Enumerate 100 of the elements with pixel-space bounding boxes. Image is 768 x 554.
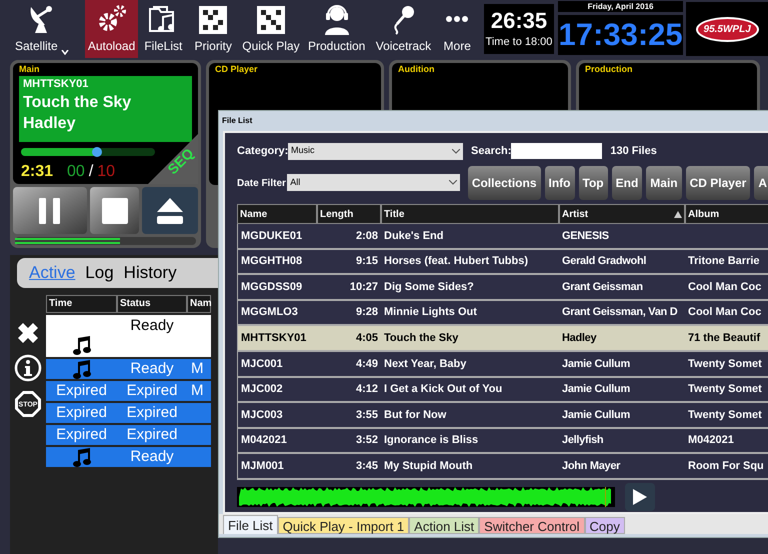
table-cell-text: MGGMLO3 <box>240 305 299 320</box>
toolbar-button[interactable]: Collections <box>468 166 540 200</box>
chevron-down-icon <box>448 180 457 185</box>
bottom-tab[interactable]: File List <box>223 515 278 534</box>
toolbar-button[interactable]: Top <box>578 166 608 200</box>
dotted-grid-icon <box>198 5 228 35</box>
table-cell-text: Expired <box>126 380 178 401</box>
column-header[interactable]: Album <box>685 204 768 224</box>
player-name: CD Player <box>215 64 259 75</box>
file-row[interactable]: MJC002 4:12 I Get a Kick Out of You Jamie Cullum Twenty Somet <box>237 378 768 404</box>
toolbar-button[interactable]: FileList <box>140 0 186 58</box>
category-dropdown[interactable]: Music <box>288 142 463 160</box>
clock-time: 17:33:25 <box>558 15 684 55</box>
column-header[interactable]: Artist <box>559 204 685 224</box>
table-cell-text: MGGHTH08 <box>240 254 304 270</box>
file-row[interactable]: MGGHTH08 9:15 Horses (feat. Hubert Tubbs) Gerald Gradwohl Tritone Barrie <box>237 250 768 276</box>
table-cell-text: Expired <box>126 402 178 423</box>
table-cell-text: Jamie Cullum <box>561 356 631 372</box>
bottom-tab[interactable]: Quick Play - Import 1 <box>278 517 410 534</box>
toolbar-button[interactable]: Satellite <box>1 0 83 58</box>
table-cell-text: MJC001 <box>240 356 284 372</box>
stop-icon <box>102 198 128 224</box>
progress-thumb[interactable] <box>92 147 102 157</box>
queue-row[interactable]: Ready <box>46 447 211 467</box>
table-cell-text: M042021 <box>687 433 734 448</box>
toolbar-button[interactable]: A <box>754 166 768 200</box>
toolbar-button[interactable]: Priority <box>188 0 238 58</box>
toolbar-button[interactable]: Main <box>646 166 682 200</box>
file-row[interactable]: MGGMLO3 9:28 Minnie Lights Out Grant Geissman, Van D Cool Man Coc <box>237 300 768 326</box>
file-row[interactable]: MGGDSS09 10:27 Dig Some Sides? Grant Geissman Cool Man Coc <box>237 275 768 301</box>
toolbar-button[interactable]: Info <box>544 166 574 200</box>
column-header[interactable]: Title <box>381 204 559 224</box>
player-name: Audition <box>398 64 436 75</box>
sort-ascending-icon <box>674 210 682 218</box>
music-note-icon <box>72 447 90 467</box>
file-row[interactable]: MJC003 3:55 But for Now Jamie Cullum Twenty Somet <box>237 403 768 429</box>
table-cell-text: Twenty Somet <box>687 382 762 398</box>
column-header: Status <box>117 295 187 313</box>
file-row[interactable]: MGDUKE01 2:08 Duke's End GENESIS <box>237 224 768 250</box>
dotted-grid-icon <box>256 5 286 35</box>
table-cell-text: Room For Squ <box>687 458 764 474</box>
column-header[interactable]: Name <box>237 204 317 224</box>
toolbar-button[interactable]: CD Player <box>686 166 750 200</box>
toolbar-button[interactable]: Autoload <box>84 0 138 58</box>
queue-row[interactable]: Expired Expired <box>46 425 211 445</box>
table-cell-text: I Get a Kick Out of You <box>383 382 504 398</box>
date-label: Friday, April 2016 <box>558 1 684 12</box>
table-cell-text: Ready <box>130 358 174 379</box>
table-cell-text: Horses (feat. Hubert Tubbs) <box>383 254 530 270</box>
column-header[interactable]: Length <box>317 204 381 224</box>
column-header: Time <box>46 295 117 313</box>
player-name: Production <box>585 64 634 75</box>
table-cell-text: John Mayer <box>561 458 622 474</box>
file-count: 130 Files <box>610 144 657 159</box>
table-cell-text: Hadley <box>561 330 598 346</box>
queue-row[interactable]: Expired Expired M <box>46 381 211 401</box>
file-row[interactable]: M042021 3:52 Ignorance is Bliss Jellyfish M042021 <box>237 428 768 454</box>
window-title: File List <box>221 115 254 127</box>
date-filter-label: Date Filter <box>237 177 287 191</box>
player-name: Main <box>19 64 41 75</box>
table-cell-text: 71 the Beautif <box>687 330 760 346</box>
toolbar-button[interactable]: More <box>437 0 478 58</box>
total-count: 10 <box>97 162 116 182</box>
bottom-tab[interactable]: Copy <box>584 517 625 534</box>
play-icon <box>633 488 647 505</box>
queue-row[interactable]: Expired Expired <box>46 403 211 423</box>
table-cell-text: Tritone Barrie <box>687 254 760 270</box>
music-note-icon <box>72 359 90 379</box>
table-cell-text: Gerald Gradwohl <box>561 254 648 270</box>
station-logo: 95.5WPLJ <box>696 16 759 42</box>
table-cell-text: Dig Some Sides? <box>383 280 475 295</box>
chevron-down-icon <box>452 148 460 154</box>
toolbar-button[interactable]: End <box>612 166 642 200</box>
toolbar-button[interactable]: Production <box>304 0 370 58</box>
table-cell-text: Touch the Sky <box>383 330 460 346</box>
toolbar-button[interactable]: Voicetrack <box>372 0 436 58</box>
queue-row[interactable]: Ready <box>46 315 211 357</box>
file-row[interactable]: MHTTSKY01 4:05 Touch the Sky Hadley 71 the Beautif <box>237 326 768 352</box>
toolbar-button[interactable]: Quick Play <box>240 0 302 58</box>
file-row[interactable]: MJM001 3:45 My Stupid Mouth John Mayer Room For Squ <box>237 454 768 480</box>
table-cell-text: 4:05 <box>354 330 379 346</box>
table-cell-text: 2:08 <box>354 228 379 244</box>
file-row[interactable]: MJC001 4:49 Next Year, Baby Jamie Cullum Twenty Somet <box>237 352 768 378</box>
date-filter-dropdown[interactable]: All <box>287 174 460 191</box>
bottom-tab[interactable]: Switcher Control <box>479 517 585 534</box>
stop-button[interactable] <box>90 187 139 234</box>
eject-icon <box>157 198 183 224</box>
search-field[interactable] <box>511 143 602 159</box>
queue-row[interactable]: Ready M <box>46 359 211 379</box>
queue-tab[interactable]: Log <box>83 260 116 286</box>
table-cell-text: MJC002 <box>240 382 284 398</box>
table-cell-text: Twenty Somet <box>687 408 762 423</box>
eject-button[interactable] <box>142 187 198 234</box>
play-button[interactable] <box>625 482 655 511</box>
table-cell-text: 10:27 <box>348 280 379 295</box>
queue-tab[interactable]: History <box>122 260 179 286</box>
bottom-tab[interactable]: Action List <box>409 517 480 534</box>
pause-button[interactable] <box>13 187 87 234</box>
table-cell-text: Jamie Cullum <box>561 382 631 398</box>
table-cell-text: Ready <box>130 316 174 336</box>
